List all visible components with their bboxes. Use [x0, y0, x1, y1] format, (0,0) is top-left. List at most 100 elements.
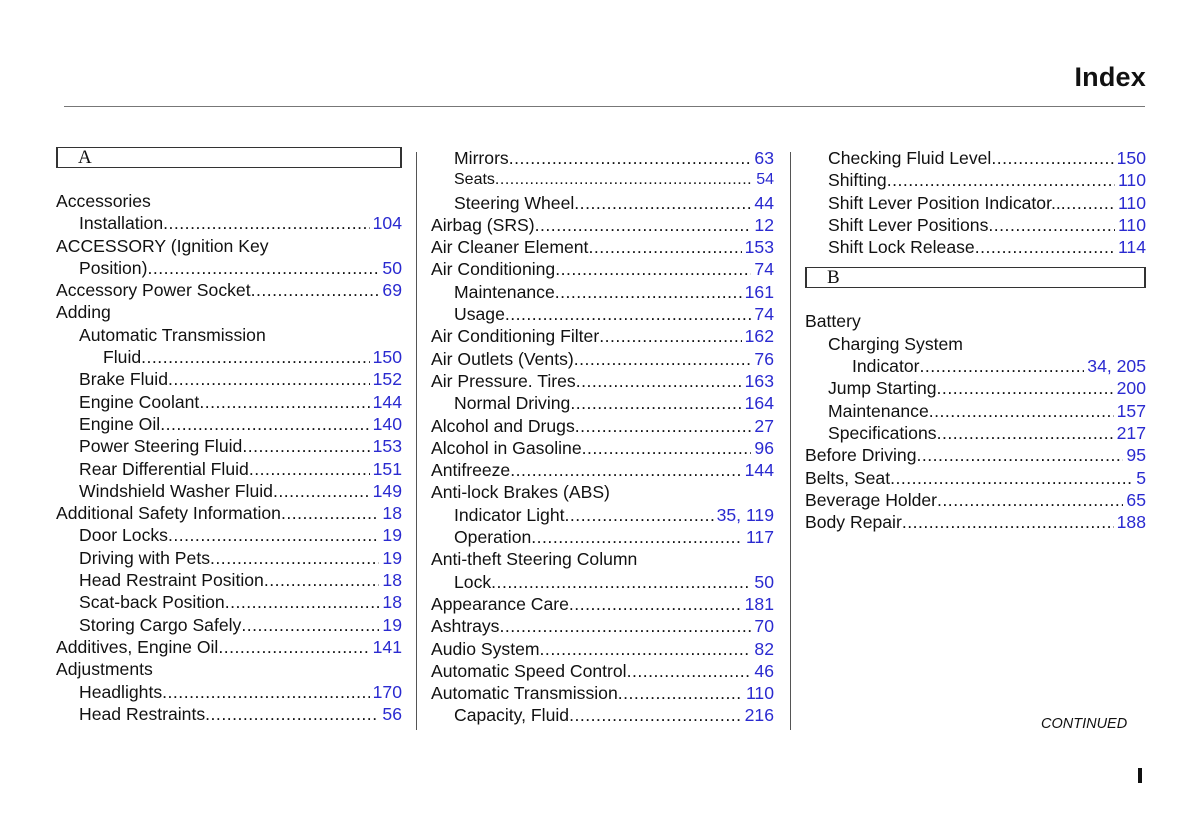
index-entry[interactable]: Air Conditioning Filter 162: [431, 325, 774, 347]
index-entry[interactable]: Checking Fluid Level 150: [805, 147, 1146, 169]
page-reference-link[interactable]: 65: [1123, 489, 1146, 511]
page-reference-link[interactable]: 18: [379, 591, 402, 613]
page-reference-link[interactable]: 74: [751, 258, 774, 280]
index-entry[interactable]: Accessory Power Socket 69: [56, 279, 402, 301]
index-entry[interactable]: Maintenance 161: [431, 281, 774, 303]
page-reference-link[interactable]: 149: [370, 480, 402, 502]
page-reference-link[interactable]: 69: [379, 279, 402, 301]
page-reference-link[interactable]: 144: [742, 459, 774, 481]
page-reference-link[interactable]: 170: [370, 681, 402, 703]
index-entry[interactable]: Usage 74: [431, 303, 774, 325]
index-entry[interactable]: Rear Differential Fluid 151: [56, 458, 402, 480]
index-entry[interactable]: Automatic Transmission 110: [431, 682, 774, 704]
page-reference-link[interactable]: 46: [751, 660, 774, 682]
index-entry[interactable]: Shift Lever Position Indicator.. 110: [805, 192, 1146, 214]
page-reference-link[interactable]: 74: [751, 303, 774, 325]
index-entry[interactable]: Engine Coolant 144: [56, 391, 402, 413]
page-reference-link[interactable]: 34, 205: [1084, 355, 1146, 377]
index-entry[interactable]: Shifting 110: [805, 169, 1146, 191]
page-reference-link[interactable]: 152: [370, 368, 402, 390]
index-entry[interactable]: Mirrors 63: [431, 147, 774, 169]
page-reference-link[interactable]: 157: [1114, 400, 1146, 422]
index-entry[interactable]: Additional Safety Information 18: [56, 502, 402, 524]
index-entry[interactable]: Door Locks 19: [56, 524, 402, 546]
page-reference-link[interactable]: 19: [379, 547, 402, 569]
page-reference-link[interactable]: 104: [370, 212, 402, 234]
page-reference-link[interactable]: 188: [1114, 511, 1146, 533]
index-entry[interactable]: Jump Starting 200: [805, 377, 1146, 399]
page-reference-link[interactable]: 153: [742, 236, 774, 258]
page-reference-link[interactable]: 161: [742, 281, 774, 303]
index-entry[interactable]: Position) 50: [56, 257, 402, 279]
index-entry[interactable]: Capacity, Fluid 216: [431, 704, 774, 726]
index-entry[interactable]: Automatic Speed Control 46: [431, 660, 774, 682]
index-entry[interactable]: Fluid 150: [56, 346, 402, 368]
page-reference-link[interactable]: 144: [370, 391, 402, 413]
index-entry[interactable]: Installation 104: [56, 212, 402, 234]
page-reference-link[interactable]: 140: [370, 413, 402, 435]
index-entry[interactable]: Storing Cargo Safely 19: [56, 614, 402, 636]
index-entry[interactable]: Indicator 34, 205: [805, 355, 1146, 377]
index-entry[interactable]: Normal Driving 164: [431, 392, 774, 414]
page-reference-link[interactable]: 19: [379, 614, 402, 636]
index-entry[interactable]: Belts, Seat 5: [805, 467, 1146, 489]
index-entry[interactable]: Appearance Care 181: [431, 593, 774, 615]
index-entry[interactable]: Air Conditioning 74: [431, 258, 774, 280]
page-reference-link[interactable]: 5: [1133, 467, 1146, 489]
index-entry[interactable]: Lock 50: [431, 571, 774, 593]
index-entry[interactable]: Audio System 82: [431, 638, 774, 660]
page-reference-link[interactable]: 181: [742, 593, 774, 615]
page-reference-link[interactable]: 110: [1115, 214, 1146, 236]
page-reference-link[interactable]: 162: [742, 325, 774, 347]
index-entry[interactable]: Shift Lever Positions 110: [805, 214, 1146, 236]
index-entry[interactable]: Alcohol and Drugs 27: [431, 415, 774, 437]
index-entry[interactable]: Maintenance 157: [805, 400, 1146, 422]
page-reference-link[interactable]: 56: [379, 703, 402, 725]
page-reference-link[interactable]: 27: [751, 415, 774, 437]
index-entry[interactable]: Scat-back Position 18: [56, 591, 402, 613]
page-reference-link[interactable]: 163: [742, 370, 774, 392]
page-reference-link[interactable]: 18: [379, 569, 402, 591]
page-reference-link[interactable]: 216: [742, 704, 774, 726]
index-entry[interactable]: Alcohol in Gasoline 96: [431, 437, 774, 459]
index-entry[interactable]: Body Repair 188: [805, 511, 1146, 533]
index-entry[interactable]: Brake Fluid 152: [56, 368, 402, 390]
index-entry[interactable]: Air Pressure. Tires 163: [431, 370, 774, 392]
page-reference-link[interactable]: 44: [751, 192, 774, 214]
index-entry[interactable]: Airbag (SRS) 12: [431, 214, 774, 236]
page-reference-link[interactable]: 18: [379, 502, 402, 524]
index-entry[interactable]: Antifreeze 144: [431, 459, 774, 481]
page-reference-link[interactable]: 110: [1115, 192, 1146, 214]
index-entry[interactable]: Beverage Holder 65: [805, 489, 1146, 511]
page-reference-link[interactable]: 110: [743, 682, 774, 704]
page-reference-link[interactable]: 76: [751, 348, 774, 370]
index-entry[interactable]: Air Outlets (Vents) 76: [431, 348, 774, 370]
page-reference-link[interactable]: 54: [753, 169, 774, 191]
page-reference-link[interactable]: 63: [751, 147, 774, 169]
page-reference-link[interactable]: 117: [743, 526, 774, 548]
page-reference-link[interactable]: 82: [751, 638, 774, 660]
index-entry[interactable]: Operation 117: [431, 526, 774, 548]
index-entry[interactable]: Steering Wheel 44: [431, 192, 774, 214]
page-reference-link[interactable]: 19: [379, 524, 402, 546]
page-reference-link[interactable]: 151: [370, 458, 402, 480]
index-entry[interactable]: Ashtrays 70: [431, 615, 774, 637]
index-entry[interactable]: Before Driving 95: [805, 444, 1146, 466]
index-entry[interactable]: Power Steering Fluid 153: [56, 435, 402, 457]
page-reference-link[interactable]: 12: [751, 214, 774, 236]
index-entry[interactable]: Headlights 170: [56, 681, 402, 703]
index-entry[interactable]: Head Restraints 56: [56, 703, 402, 725]
index-entry[interactable]: Specifications 217: [805, 422, 1146, 444]
page-reference-link[interactable]: 150: [1114, 147, 1146, 169]
page-reference-link[interactable]: 200: [1114, 377, 1146, 399]
index-entry[interactable]: Additives, Engine Oil 141: [56, 636, 402, 658]
index-entry[interactable]: Seats 54: [431, 169, 774, 191]
page-reference-link[interactable]: 70: [751, 615, 774, 637]
page-reference-link[interactable]: 95: [1123, 444, 1146, 466]
index-entry[interactable]: Head Restraint Position 18: [56, 569, 402, 591]
page-reference-link[interactable]: 35, 119: [714, 504, 774, 526]
page-reference-link[interactable]: 141: [370, 636, 402, 658]
index-entry[interactable]: Driving with Pets 19: [56, 547, 402, 569]
index-entry[interactable]: Shift Lock Release 114: [805, 236, 1146, 258]
index-entry[interactable]: Windshield Washer Fluid 149: [56, 480, 402, 502]
